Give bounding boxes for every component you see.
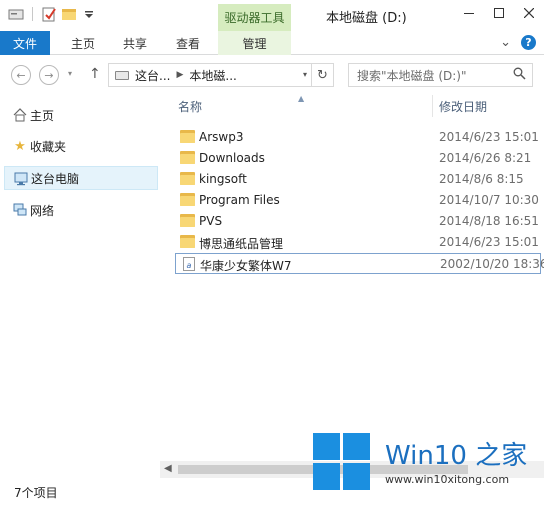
new-folder-icon[interactable] [61,6,77,22]
close-button[interactable] [514,0,544,26]
tab-file[interactable]: 文件 [0,31,50,55]
sidebar-item-favorites[interactable]: ★ 收藏夹 [4,134,158,158]
column-divider[interactable] [432,95,433,117]
sidebar-item-label: 收藏夹 [30,139,67,154]
tab-home[interactable]: 主页 [71,31,95,55]
file-modified-date: 2014/6/23 15:01 [439,130,539,144]
system-menu-icon[interactable] [8,6,24,22]
table-row[interactable]: 博思通纸品管理 2014/6/23 15:01 [175,232,541,253]
up-button[interactable]: ↑ [89,66,101,82]
font-file-icon: a [181,257,196,271]
help-icon[interactable]: ? [521,35,536,50]
sidebar-item-label: 这台电脑 [31,171,80,186]
customize-toolbar-icon[interactable] [81,6,97,22]
toolbar-separator [32,7,33,21]
ribbon-controls: ⌄ ? [500,35,536,50]
file-name: 华康少女繁体W7 [200,259,292,273]
forward-button[interactable]: → [39,65,59,85]
search-input[interactable]: 搜索"本地磁盘 (D:)" [348,63,533,87]
column-header-name[interactable]: 名称 [178,95,202,117]
item-count: 7个项目 [14,486,58,500]
folder-icon [180,151,195,164]
watermark-url: www.win10xitong.com [385,473,510,486]
ribbon-tab-bar: 文件 主页 共享 查看 管理 ⌄ ? [0,31,544,55]
sidebar-item-this-pc[interactable]: 这台电脑 [4,166,158,190]
file-list-pane: 名称 ▲ 修改日期 Arswp3 2014/6/23 15:01 Downloa… [160,94,544,480]
file-modified-date: 2014/6/26 8:21 [439,151,532,165]
refresh-icon: ↻ [317,67,328,83]
back-button[interactable]: ← [11,65,31,85]
chevron-down-icon[interactable]: ⌄ [500,35,511,50]
file-modified-date: 2014/10/7 10:30 [439,193,539,207]
tab-view[interactable]: 查看 [176,31,200,55]
table-row[interactable]: PVS 2014/8/18 16:51 [175,211,541,232]
sidebar-item-label: 主页 [30,108,55,123]
tab-share[interactable]: 共享 [123,31,147,55]
arrow-left-icon: ← [16,68,26,82]
windows-logo-icon [313,433,371,491]
file-name: 博思通纸品管理 [199,237,284,251]
folder-icon [180,235,195,248]
recent-locations-dropdown[interactable]: ▾ [68,69,72,78]
folder-icon [180,214,195,227]
navigation-bar: ← → ▾ ↑ 这台... ▶ 本地磁... ▾ ↻ 搜索"本地磁盘 (D:)" [0,55,544,95]
drive-tools-tab-header: 驱动器工具 [218,4,291,31]
table-row[interactable]: kingsoft 2014/8/6 8:15 [175,169,541,190]
quick-access-toolbar [8,6,97,22]
file-name: Downloads [199,151,265,165]
breadcrumb-local-disk[interactable]: 本地磁... [189,67,236,84]
sidebar-item-home[interactable]: 主页 [4,103,158,127]
tab-manage[interactable]: 管理 [218,31,291,55]
breadcrumb-this-pc[interactable]: 这台... [135,67,170,84]
home-icon [12,107,28,123]
folder-icon [180,172,195,185]
search-placeholder: 搜索"本地磁盘 (D:)" [357,68,467,83]
file-modified-date: 2014/8/18 16:51 [439,214,539,228]
file-modified-date: 2002/10/20 18:36 [440,257,544,271]
title-bar: 驱动器工具 本地磁盘 (D:) [0,0,544,31]
network-icon [12,202,28,218]
watermark-title: Win10 之家 [385,441,528,471]
chevron-right-icon: ▶ [176,70,184,80]
address-bar[interactable]: 这台... ▶ 本地磁... ▾ ↻ [108,63,334,87]
maximize-button[interactable] [484,0,514,26]
window-title: 本地磁盘 (D:) [326,11,407,26]
address-dropdown[interactable]: ▾ [303,70,307,79]
computer-icon [13,171,29,187]
file-name: Program Files [199,193,280,207]
file-modified-date: 2014/6/23 15:01 [439,235,539,249]
table-row[interactable]: Program Files 2014/10/7 10:30 [175,190,541,211]
refresh-button[interactable]: ↻ [311,64,333,86]
column-header-modified[interactable]: 修改日期 [439,95,487,117]
scroll-left-icon[interactable]: ◀ [164,463,172,474]
properties-icon[interactable] [41,6,57,22]
star-icon: ★ [14,138,26,154]
table-row[interactable]: a 华康少女繁体W7 2002/10/20 18:36 [175,253,544,274]
table-row[interactable]: Downloads 2014/6/26 8:21 [175,148,541,169]
sidebar-item-network[interactable]: 网络 [4,198,158,222]
watermark-logo: Win10 之家 www.win10xitong.com [313,433,544,495]
file-name: Arswp3 [199,130,244,144]
search-icon[interactable] [513,67,526,84]
drive-icon [115,70,129,80]
file-name: PVS [199,214,223,228]
arrow-right-icon: → [44,68,54,82]
table-row[interactable]: Arswp3 2014/6/23 15:01 [175,127,541,148]
sort-ascending-icon: ▲ [298,94,305,103]
window-controls [454,0,544,26]
folder-icon [180,193,195,206]
navigation-pane: 主页 ★ 收藏夹 这台电脑 网络 [0,95,160,480]
folder-icon [180,130,195,143]
sidebar-item-label: 网络 [30,203,55,218]
file-modified-date: 2014/8/6 8:15 [439,172,524,186]
file-name: kingsoft [199,172,247,186]
minimize-button[interactable] [454,0,484,26]
